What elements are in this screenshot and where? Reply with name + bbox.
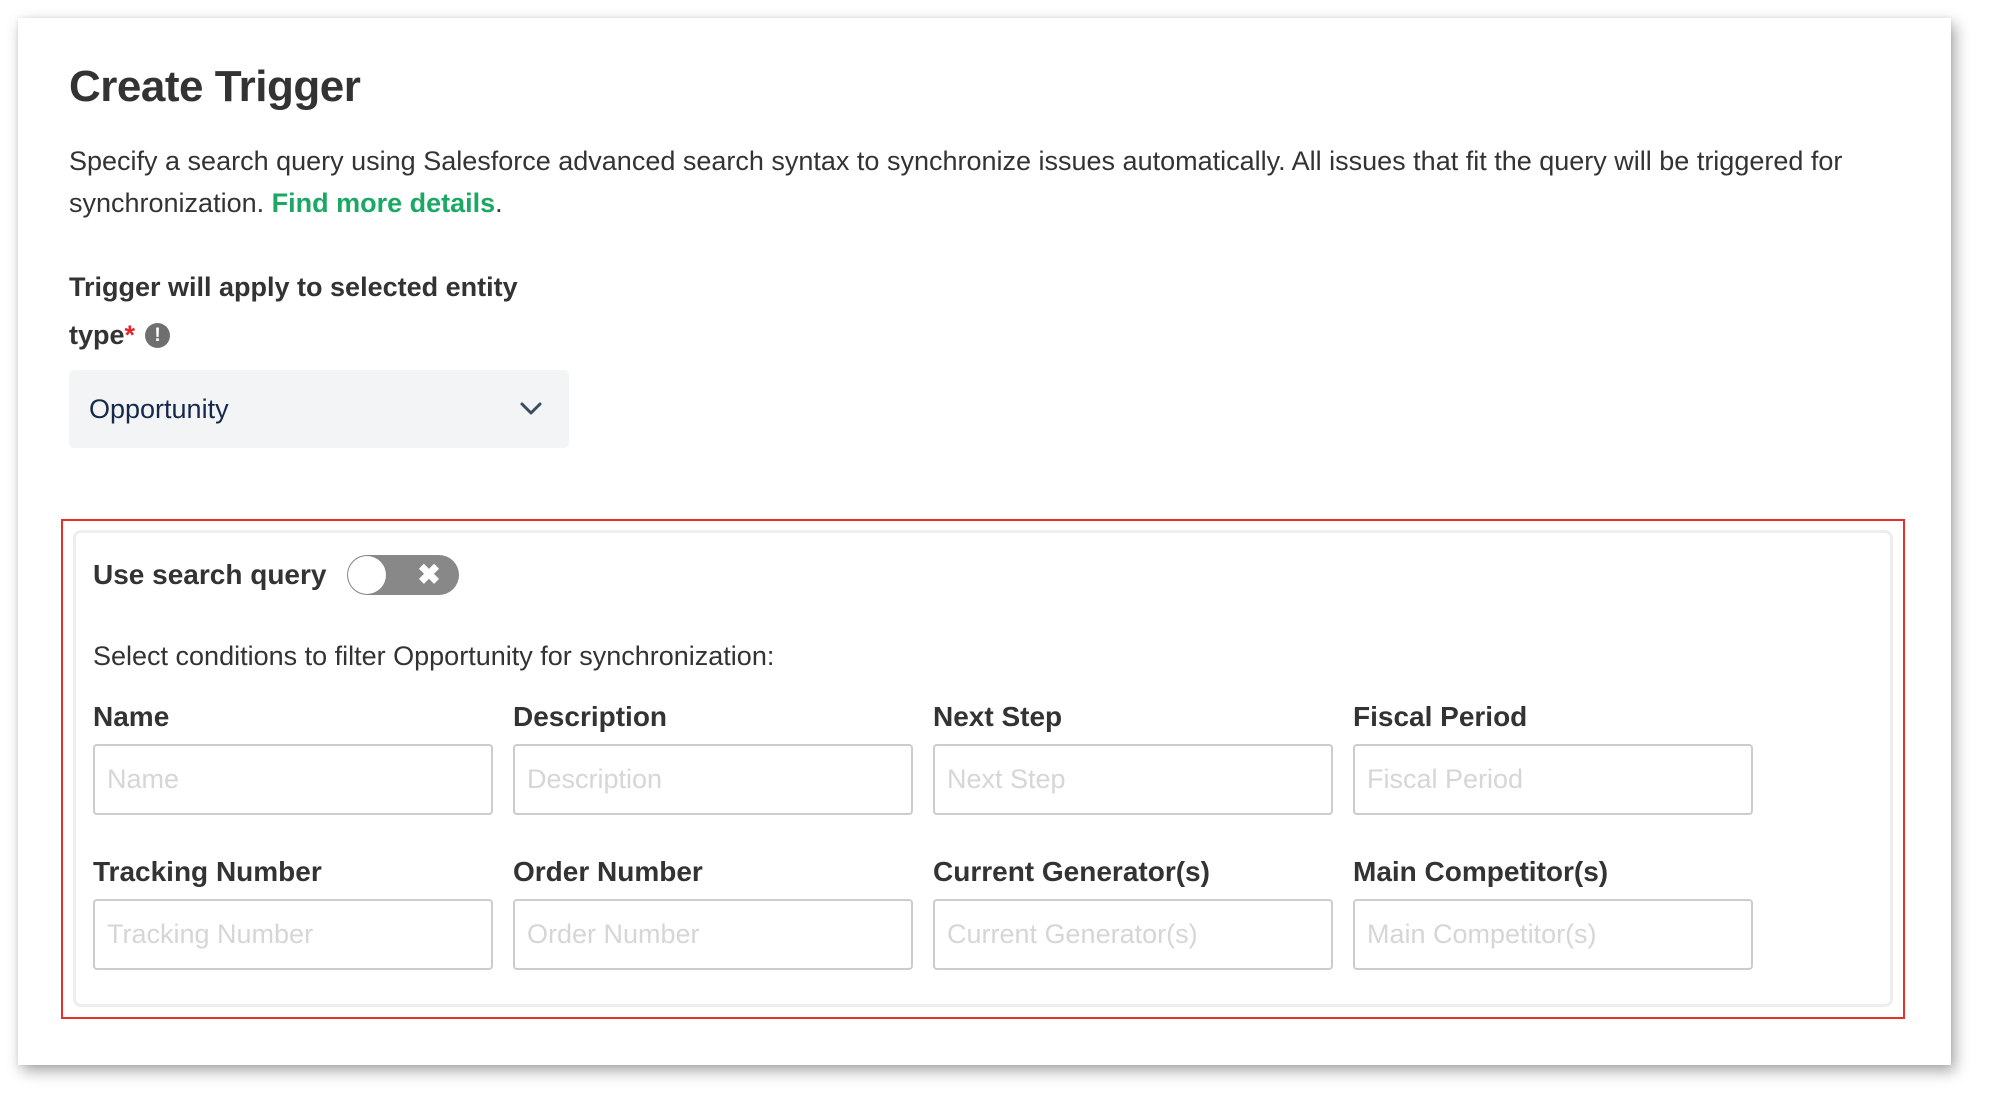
description-input[interactable] — [513, 744, 913, 815]
toggle-knob — [348, 556, 386, 594]
info-icon[interactable]: ! — [145, 323, 171, 348]
field-label: Order Number — [513, 856, 703, 887]
description-suffix: . — [495, 188, 503, 218]
name-input[interactable] — [93, 744, 493, 815]
close-icon: ✖ — [417, 559, 441, 590]
field-tracking-number: Tracking Number — [93, 855, 493, 970]
fiscal-period-input[interactable] — [1353, 744, 1753, 815]
order-number-input[interactable] — [513, 899, 913, 970]
field-label: Fiscal Period — [1353, 701, 1528, 732]
field-fiscal-period: Fiscal Period — [1353, 700, 1753, 815]
field-label: Description — [513, 701, 668, 732]
required-mark: * — [124, 320, 136, 350]
next-step-input[interactable] — [933, 744, 1333, 815]
field-label: Main Competitor(s) — [1353, 856, 1609, 887]
entity-type-value: Opportunity — [89, 393, 229, 424]
tracking-number-input[interactable] — [93, 899, 493, 970]
main-competitors-input[interactable] — [1353, 899, 1753, 970]
find-more-details-link[interactable]: Find more details — [272, 188, 496, 218]
current-generators-input[interactable] — [933, 899, 1333, 970]
field-description: Description — [513, 700, 913, 815]
field-label: Tracking Number — [93, 856, 322, 887]
field-current-generators: Current Generator(s) — [933, 855, 1333, 970]
chevron-down-icon — [520, 402, 542, 415]
conditions-intro: Select conditions to filter Opportunity … — [93, 641, 775, 671]
field-main-competitors: Main Competitor(s) — [1353, 855, 1753, 970]
page-description: Specify a search query using Salesforce … — [69, 140, 1889, 224]
page-title: Create Trigger — [69, 62, 361, 111]
field-next-step: Next Step — [933, 700, 1333, 815]
field-label: Current Generator(s) — [933, 856, 1210, 887]
entity-type-select[interactable]: Opportunity — [69, 370, 569, 448]
use-search-query-toggle[interactable]: ✖ — [347, 555, 459, 595]
use-search-query-label: Use search query — [93, 559, 327, 590]
field-order-number: Order Number — [513, 855, 913, 970]
field-name: Name — [93, 700, 493, 815]
field-label: Name — [93, 701, 170, 732]
field-label: Next Step — [933, 701, 1063, 732]
entity-type-label: Trigger will apply to selected entity ty… — [69, 263, 589, 359]
entity-type-label-text: Trigger will apply to selected entity ty… — [69, 272, 518, 350]
